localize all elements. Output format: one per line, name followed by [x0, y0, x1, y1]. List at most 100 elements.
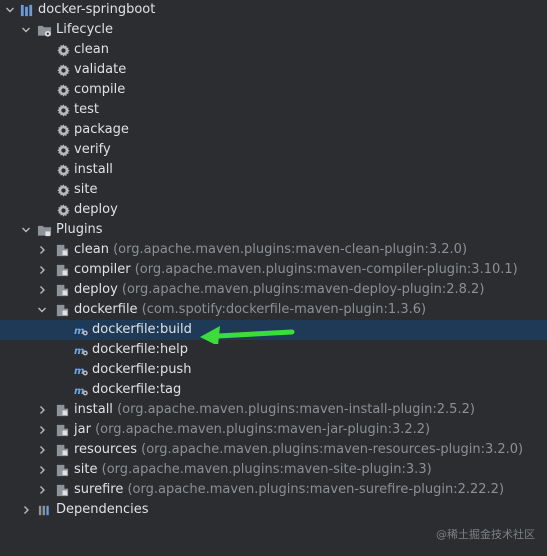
svg-text:m: m — [74, 325, 84, 336]
project-node[interactable]: docker-springboot — [0, 0, 547, 20]
chevron-down-icon[interactable] — [4, 0, 16, 20]
plugin-name: deploy — [74, 282, 118, 297]
phase-label: install — [74, 162, 113, 177]
folder-gear-icon — [36, 22, 52, 38]
goal-label: dockerfile:push — [92, 362, 192, 377]
chevron-right-icon[interactable] — [36, 420, 48, 440]
plugin-artifact: (org.apache.maven.plugins:maven-surefire… — [127, 482, 505, 497]
gear-icon — [55, 122, 71, 138]
plugin-jar[interactable]: jar (org.apache.maven.plugins:maven-jar-… — [0, 420, 547, 440]
plugin-icon — [54, 462, 70, 478]
dependencies-node[interactable]: Dependencies — [0, 500, 547, 520]
phase-label: package — [74, 122, 129, 137]
lifecycle-phase-install[interactable]: install — [0, 160, 547, 180]
phase-label: verify — [74, 142, 111, 157]
plugin-site[interactable]: site (org.apache.maven.plugins:maven-sit… — [0, 460, 547, 480]
gear-icon — [55, 42, 71, 58]
dependencies-icon — [36, 502, 52, 518]
plugin-name: site — [74, 462, 98, 477]
chevron-down-icon[interactable] — [36, 300, 48, 320]
plugin-artifact: (org.apache.maven.plugins:maven-jar-plug… — [95, 422, 431, 437]
plugin-name: clean — [74, 242, 109, 257]
plugin-icon — [54, 422, 70, 438]
phase-label: validate — [74, 62, 127, 77]
chevron-right-icon[interactable] — [36, 400, 48, 420]
maven-goal-icon: m — [72, 382, 90, 398]
maven-goal-icon: m — [72, 342, 90, 358]
plugin-surefire[interactable]: surefire (org.apache.maven.plugins:maven… — [0, 480, 547, 500]
lifecycle-phase-clean[interactable]: clean — [0, 40, 547, 60]
lifecycle-phase-compile[interactable]: compile — [0, 80, 547, 100]
plugin-name: resources — [74, 442, 138, 457]
chevron-right-icon[interactable] — [36, 260, 48, 280]
plugin-icon — [54, 442, 70, 458]
phase-label: deploy — [74, 202, 118, 217]
plugin-artifact: (org.apache.maven.plugins:maven-compiler… — [134, 262, 518, 277]
lifecycle-phase-validate[interactable]: validate — [0, 60, 547, 80]
plugin-artifact: (org.apache.maven.plugins:maven-clean-pl… — [113, 242, 468, 257]
watermark: @稀土掘金技术社区 — [436, 528, 535, 541]
gear-icon — [55, 182, 71, 198]
plugin-artifact: (org.apache.maven.plugins:maven-deploy-p… — [121, 282, 485, 297]
plugin-name: compiler — [74, 262, 131, 277]
chevron-right-icon[interactable] — [20, 500, 32, 520]
plugin-compiler[interactable]: compiler (org.apache.maven.plugins:maven… — [0, 260, 547, 280]
gear-icon — [55, 82, 71, 98]
gear-icon — [55, 102, 71, 118]
phase-label: compile — [74, 82, 126, 97]
goal-label: dockerfile:build — [92, 322, 192, 337]
plugin-artifact: (org.apache.maven.plugins:maven-install-… — [117, 402, 475, 417]
chevron-right-icon[interactable] — [36, 480, 48, 500]
plugin-icon — [54, 282, 70, 298]
lifecycle-phase-site[interactable]: site — [0, 180, 547, 200]
folder-plugin-icon — [36, 222, 52, 238]
plugin-clean[interactable]: clean (org.apache.maven.plugins:maven-cl… — [0, 240, 547, 260]
plugins-label: Plugins — [56, 222, 103, 237]
svg-text:m: m — [74, 365, 84, 376]
phase-label: site — [74, 182, 98, 197]
lifecycle-phase-verify[interactable]: verify — [0, 140, 547, 160]
svg-text:m: m — [74, 345, 84, 356]
chevron-right-icon[interactable] — [36, 240, 48, 260]
dependencies-label: Dependencies — [56, 502, 149, 517]
svg-text:m: m — [74, 385, 84, 396]
plugin-name: dockerfile — [74, 302, 138, 317]
phase-label: clean — [74, 42, 109, 57]
lifecycle-node[interactable]: Lifecycle — [0, 20, 547, 40]
goal-dockerfile-tag[interactable]: m dockerfile:tag — [0, 380, 547, 400]
chevron-right-icon[interactable] — [36, 280, 48, 300]
chevron-right-icon[interactable] — [36, 460, 48, 480]
plugin-name: install — [74, 402, 113, 417]
project-name: docker-springboot — [38, 2, 156, 17]
plugin-dockerfile[interactable]: dockerfile (com.spotify:dockerfile-maven… — [0, 300, 547, 320]
plugin-install[interactable]: install (org.apache.maven.plugins:maven-… — [0, 400, 547, 420]
chevron-down-icon[interactable] — [20, 20, 32, 40]
lifecycle-phase-deploy[interactable]: deploy — [0, 200, 547, 220]
maven-goal-icon: m — [72, 322, 90, 338]
plugin-artifact: (org.apache.maven.plugins:maven-resource… — [141, 442, 524, 457]
plugin-name: jar — [74, 422, 91, 437]
goal-label: dockerfile:tag — [92, 382, 182, 397]
plugins-node[interactable]: Plugins — [0, 220, 547, 240]
chevron-right-icon[interactable] — [36, 440, 48, 460]
plugin-artifact: (com.spotify:dockerfile-maven-plugin:1.3… — [141, 302, 427, 317]
plugin-deploy[interactable]: deploy (org.apache.maven.plugins:maven-d… — [0, 280, 547, 300]
plugin-icon — [54, 242, 70, 258]
maven-project-icon — [18, 2, 34, 18]
plugin-icon — [54, 302, 70, 318]
lifecycle-phase-test[interactable]: test — [0, 100, 547, 120]
plugin-icon — [54, 402, 70, 418]
plugin-resources[interactable]: resources (org.apache.maven.plugins:mave… — [0, 440, 547, 460]
goal-dockerfile-push[interactable]: m dockerfile:push — [0, 360, 547, 380]
plugin-name: surefire — [74, 482, 124, 497]
goal-label: dockerfile:help — [92, 342, 189, 357]
gear-icon — [55, 62, 71, 78]
plugin-icon — [54, 262, 70, 278]
lifecycle-phase-package[interactable]: package — [0, 120, 547, 140]
phase-label: test — [74, 102, 99, 117]
gear-icon — [55, 202, 71, 218]
plugin-artifact: (org.apache.maven.plugins:maven-site-plu… — [101, 462, 432, 477]
chevron-down-icon[interactable] — [20, 220, 32, 240]
green-arrow-annotation — [200, 326, 295, 344]
maven-goal-icon: m — [72, 362, 90, 378]
